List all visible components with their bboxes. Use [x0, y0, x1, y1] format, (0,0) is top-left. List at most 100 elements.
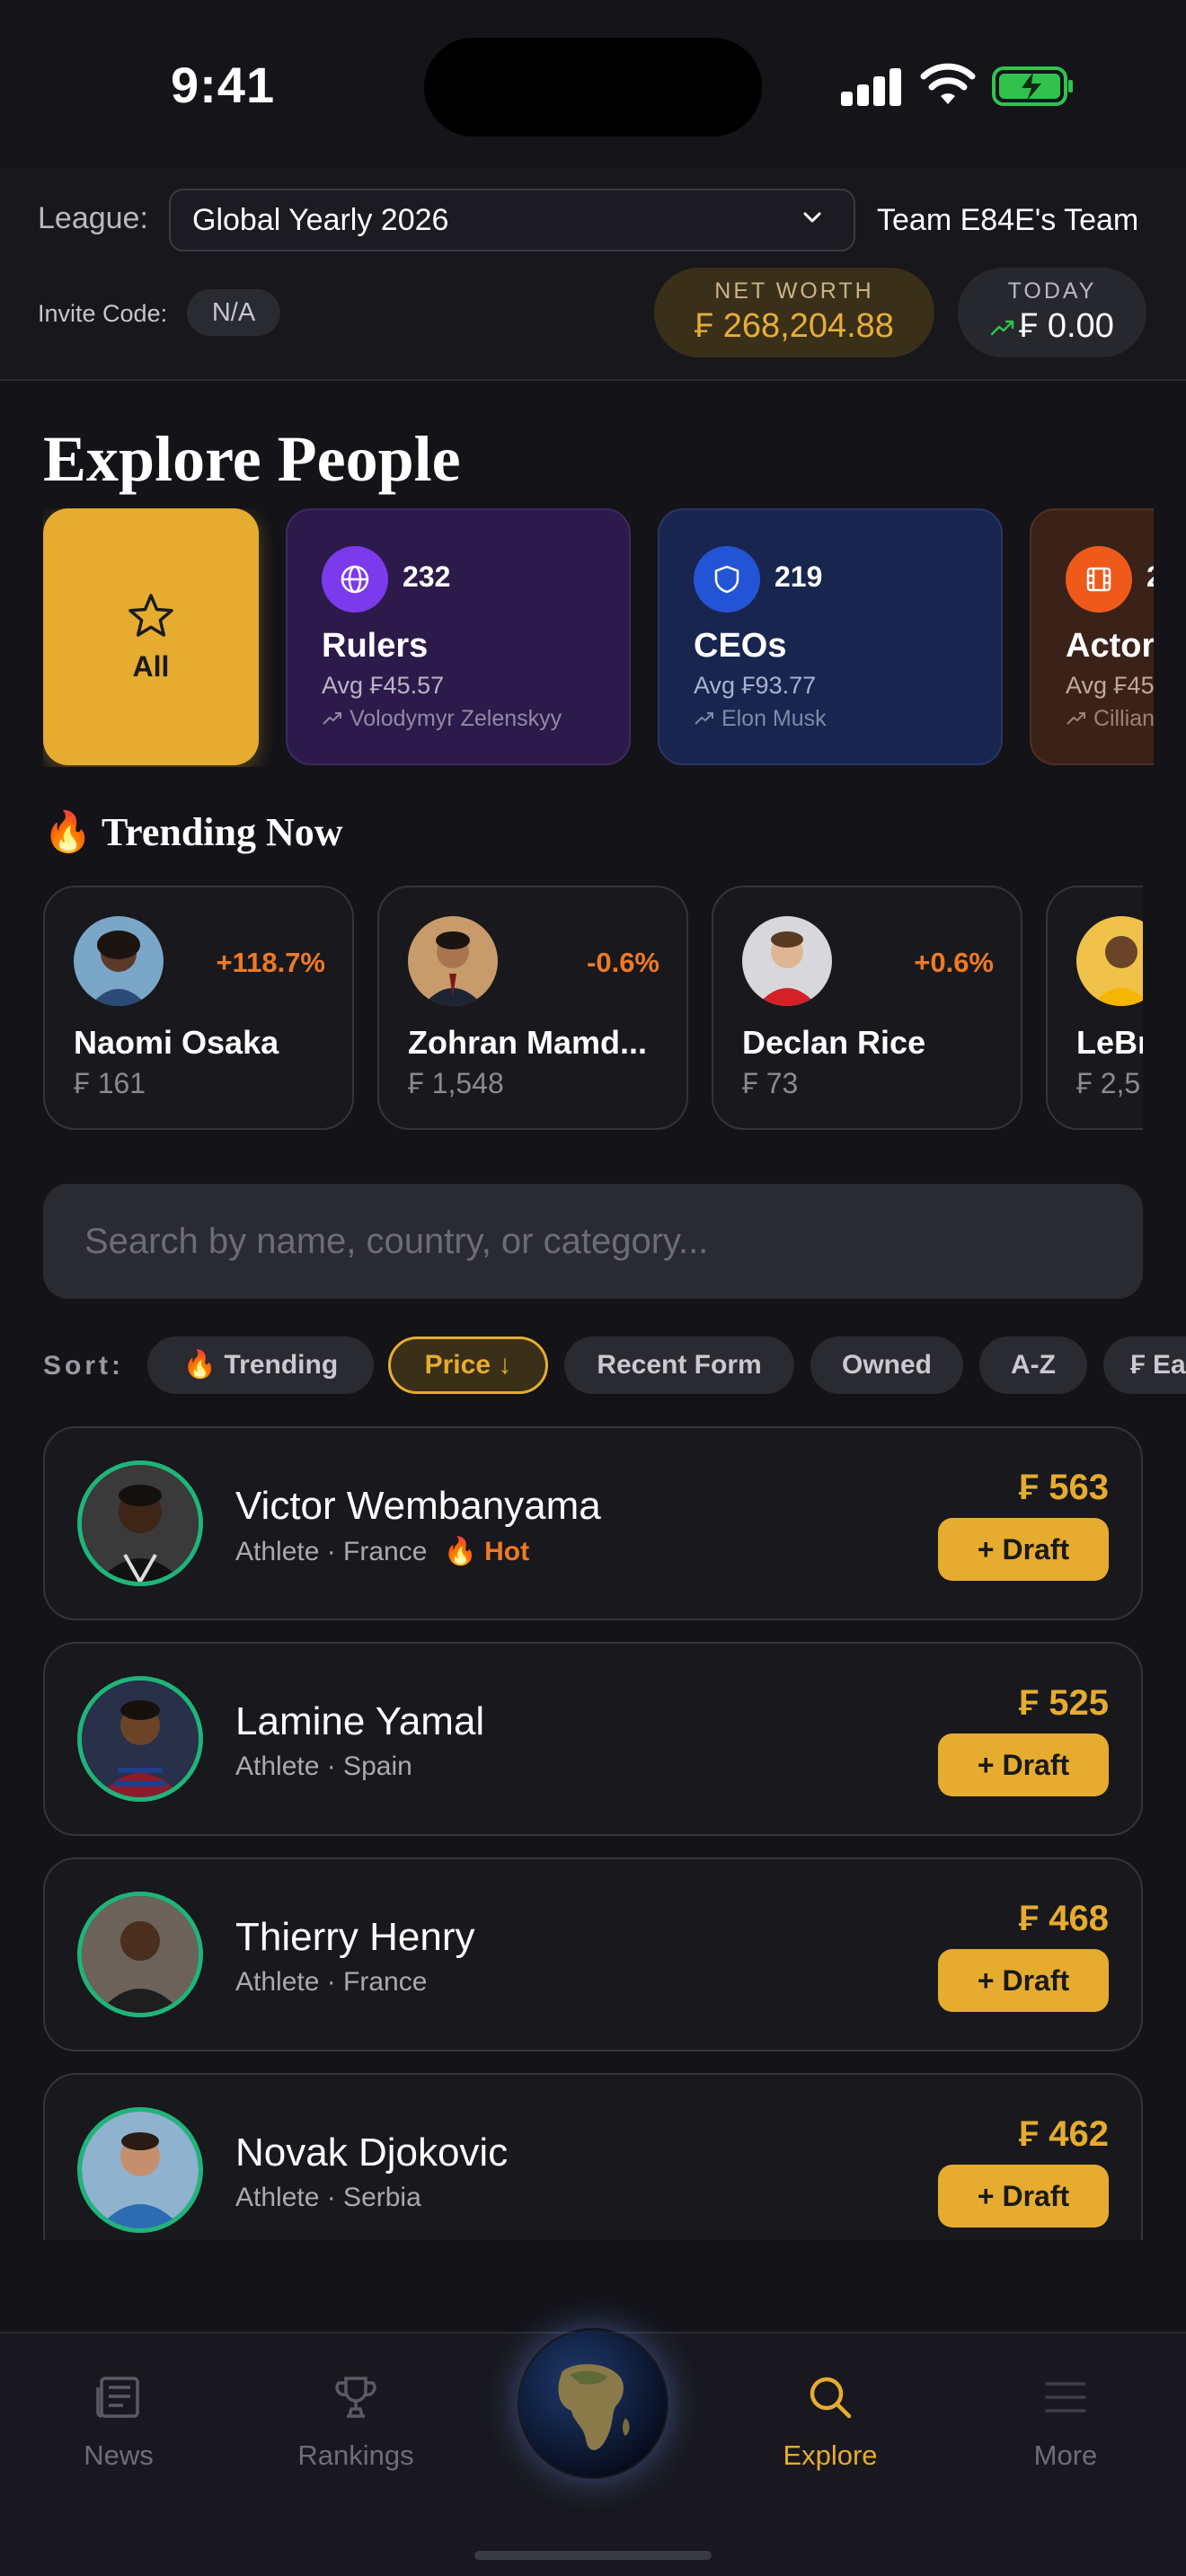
avatar: [77, 1460, 203, 1586]
league-label: League:: [38, 201, 148, 235]
trending-name: Naomi Osaka: [74, 1024, 279, 1061]
search-icon: [810, 2377, 852, 2419]
trending-card[interactable]: +0.6% Declan Rice ₣ 73: [712, 886, 1022, 1130]
trending-name: Declan Rice: [742, 1024, 926, 1061]
nav-item-more[interactable]: More: [976, 2371, 1155, 2472]
trending-carousel: +118.7% Naomi Osaka ₣ 161 -0.6% Zohran M…: [43, 886, 1143, 1132]
player-price: ₣ 468: [1018, 1899, 1109, 1938]
draft-button[interactable]: + Draft: [938, 1734, 1109, 1796]
avatar: [77, 1892, 203, 2017]
shield-icon: [714, 565, 739, 594]
sort-chip-trending[interactable]: 🔥 Trending: [147, 1337, 374, 1394]
newspaper-icon: [96, 2377, 139, 2418]
price-change: +118.7%: [216, 947, 325, 978]
player-name: Victor Wembanyama: [235, 1484, 601, 1528]
fire-icon: 🔥: [43, 810, 93, 854]
list-item[interactable]: Thierry Henry Athlete · France ₣ 468 + D…: [43, 1857, 1143, 2051]
trending-title: Trending Now: [102, 810, 343, 854]
invite-code-label: Invite Code:: [38, 300, 168, 327]
trending-card[interactable]: +118.7% Naomi Osaka ₣ 161: [43, 886, 354, 1130]
chevron-down-icon: [803, 212, 821, 223]
trending-price: ₣ 161: [74, 1067, 146, 1099]
trend-up-icon: [990, 320, 1014, 336]
category-top-person: Elon Musk: [721, 706, 827, 731]
nav-item-rankings[interactable]: Rankings: [266, 2371, 446, 2472]
player-price: ₣ 462: [1018, 2114, 1109, 2154]
list-item[interactable]: Lamine Yamal Athlete · Spain ₣ 525 + Dra…: [43, 1642, 1143, 1836]
avatar: [742, 916, 832, 1006]
category-icon-bg: [694, 546, 760, 613]
nav-item-news[interactable]: News: [29, 2371, 208, 2472]
category-avg: Avg ₣45.57: [322, 672, 445, 699]
category-carousel: All 232 Rulers Avg ₣45.57 Volodymyr Zele…: [43, 508, 1154, 767]
category-card-actors[interactable]: 2 Actors Avg ₣45 Cillian: [1030, 508, 1154, 765]
trending-price: ₣ 2,5: [1076, 1067, 1141, 1099]
net-worth-value: ₣ 268,204.88: [695, 307, 894, 345]
nav-label: Rankings: [297, 2439, 414, 2471]
category-avg: Avg ₣45: [1066, 672, 1154, 699]
player-list: Victor Wembanyama Athlete · France 🔥 Hot …: [43, 1426, 1143, 2240]
trending-card[interactable]: LeBr ₣ 2,5: [1046, 886, 1143, 1130]
trend-up-icon: [323, 712, 341, 725]
trophy-icon: [335, 2377, 376, 2418]
trending-price: ₣ 1,548: [408, 1067, 504, 1099]
category-name: CEOs: [694, 627, 787, 665]
sort-chip-recent-form[interactable]: Recent Form: [564, 1337, 794, 1394]
category-name: Actors: [1066, 627, 1154, 665]
trend-up-icon: [695, 712, 713, 725]
player-name: Thierry Henry: [235, 1915, 475, 1959]
category-count: 232: [403, 560, 451, 593]
league-select-value: Global Yearly 2026: [192, 203, 449, 237]
trend-up-icon: [1067, 712, 1085, 725]
category-card-all[interactable]: All: [43, 508, 259, 765]
category-card-rulers[interactable]: 232 Rulers Avg ₣45.57 Volodymyr Zelensky…: [286, 508, 631, 765]
search-input[interactable]: [43, 1184, 1143, 1299]
home-indicator: [474, 2551, 712, 2560]
avatar: [77, 1676, 203, 1802]
sort-chip-owned[interactable]: Owned: [810, 1337, 963, 1394]
list-item[interactable]: Victor Wembanyama Athlete · France 🔥 Hot …: [43, 1426, 1143, 1620]
player-meta: Athlete · Serbia: [235, 2183, 421, 2212]
invite-code-value: N/A: [211, 298, 256, 327]
avatar: [74, 916, 164, 1006]
sort-chips: 🔥 Trending Price ↓ Recent Form Owned A-Z…: [147, 1335, 1186, 1398]
nav-item-explore[interactable]: Explore: [740, 2371, 920, 2472]
category-all-label: All: [132, 650, 170, 683]
category-avg: Avg ₣93.77: [694, 672, 817, 699]
star-icon: [128, 594, 173, 637]
film-icon: [1086, 567, 1111, 592]
nav-label: More: [1033, 2439, 1098, 2471]
battery-charging-icon: [992, 66, 1073, 106]
category-name: Rulers: [322, 627, 429, 665]
team-name[interactable]: Team E84E's Team: [877, 203, 1138, 238]
avatar: [77, 2107, 203, 2233]
trending-price: ₣ 73: [742, 1067, 799, 1099]
draft-button[interactable]: + Draft: [938, 1949, 1109, 2012]
today-label: TODAY: [1007, 278, 1097, 304]
category-top-wrap: Elon Musk: [694, 706, 827, 732]
globe-icon[interactable]: [518, 2328, 668, 2479]
trending-name: LeBr: [1076, 1024, 1143, 1061]
globe-icon: [341, 565, 369, 594]
category-card-ceos[interactable]: 219 CEOs Avg ₣93.77 Elon Musk: [658, 508, 1003, 765]
list-item[interactable]: Novak Djokovic Athlete · Serbia ₣ 462 + …: [43, 2073, 1143, 2240]
trending-name: Zohran Mamd...: [408, 1024, 648, 1061]
draft-button[interactable]: + Draft: [938, 2165, 1109, 2228]
player-meta: Athlete · France: [235, 1537, 428, 1566]
sort-chip-a-z[interactable]: A-Z: [979, 1337, 1087, 1394]
category-top-person: Volodymyr Zelenskyy: [349, 706, 562, 731]
sort-chip-price[interactable]: Price ↓: [388, 1337, 548, 1394]
sort-chip-earnings[interactable]: ₣ Ea: [1103, 1337, 1186, 1394]
avatar: [408, 916, 498, 1006]
net-worth-label: NET WORTH: [714, 278, 874, 304]
category-top-wrap: Cillian: [1066, 706, 1154, 732]
dynamic-island: [424, 38, 762, 137]
category-count: 2: [1146, 560, 1154, 594]
draft-button[interactable]: + Draft: [938, 1518, 1109, 1581]
category-top-person: Cillian: [1093, 706, 1154, 731]
player-meta-wrap: Athlete · France 🔥 Hot: [235, 1536, 529, 1567]
trending-card[interactable]: -0.6% Zohran Mamd... ₣ 1,548: [377, 886, 688, 1130]
page-title: Explore People: [43, 423, 461, 495]
trending-title-wrap: 🔥 Trending Now: [43, 808, 343, 855]
price-change: -0.6%: [587, 947, 659, 978]
